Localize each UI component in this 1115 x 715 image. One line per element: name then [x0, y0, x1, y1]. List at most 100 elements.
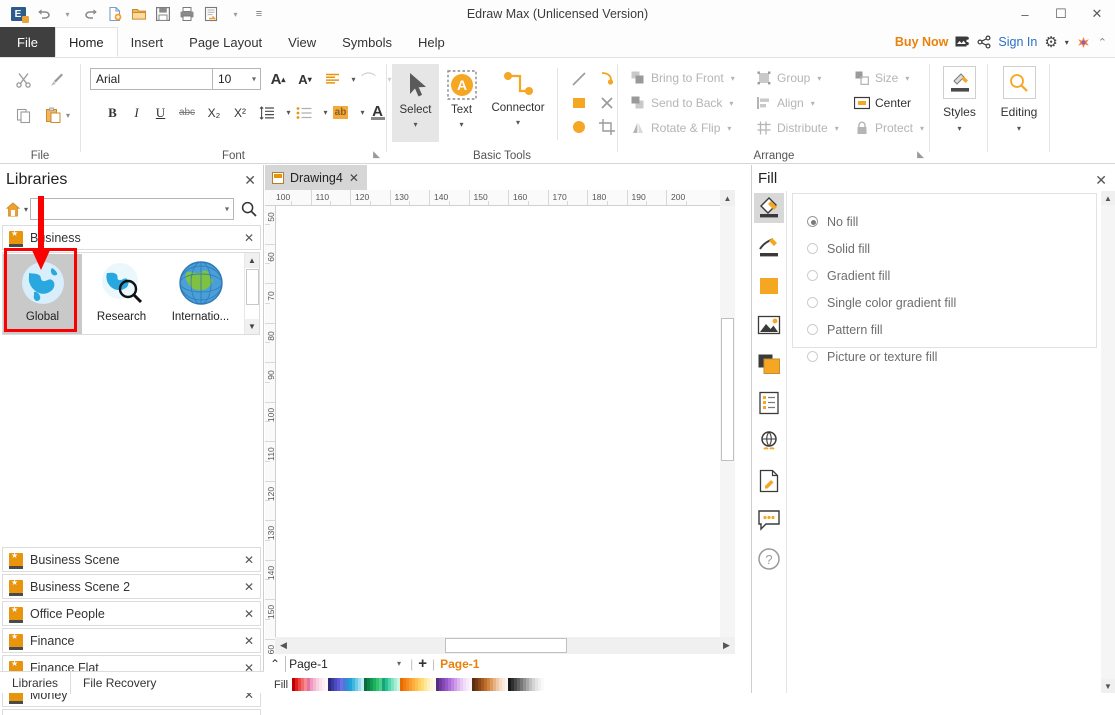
editing-button[interactable]: Editing ▾ — [992, 66, 1046, 133]
tab-home[interactable]: Home — [54, 27, 118, 57]
share-image-icon[interactable] — [955, 35, 970, 49]
line-icon[interactable] — [754, 232, 784, 262]
radio-no-fill[interactable] — [807, 216, 818, 227]
scroll-left-button[interactable]: ◀ — [275, 637, 292, 654]
libraries-search-input[interactable]: ▾ — [30, 198, 234, 220]
edraw-cloud-icon[interactable] — [1076, 35, 1091, 50]
tab-libraries[interactable]: Libraries — [0, 671, 72, 694]
align-button[interactable]: Align ▾ — [752, 91, 819, 115]
settings-gear-icon[interactable]: ⚙ — [1044, 33, 1057, 51]
select-tool-dropdown-icon[interactable]: ▾ — [413, 120, 417, 129]
radio-single-color-gradient-fill[interactable] — [807, 297, 818, 308]
fill-scroll-up-button[interactable]: ▲ — [1101, 191, 1115, 205]
group-button[interactable]: Group ▾ — [752, 66, 825, 90]
minimize-button[interactable]: – — [1007, 0, 1043, 28]
export-dropdown-icon[interactable]: ▾ — [224, 3, 246, 25]
note-icon[interactable] — [754, 466, 784, 496]
scroll-right-button[interactable]: ▶ — [718, 637, 735, 654]
libraries-close-button[interactable]: ✕ — [244, 172, 256, 189]
export-icon[interactable] — [200, 3, 222, 25]
distribute-button[interactable]: Distribute ▾ — [752, 116, 843, 140]
save-icon[interactable] — [152, 3, 174, 25]
document-tab-drawing4[interactable]: Drawing4 ✕ — [265, 165, 367, 190]
library-group-close-icon[interactable]: ✕ — [244, 607, 254, 621]
library-group-office[interactable]: Office ✕ — [2, 709, 261, 715]
picture-icon[interactable] — [754, 310, 784, 340]
line-tool-icon[interactable] — [566, 66, 592, 92]
shapes-scrollbar[interactable]: ▲ ▼ — [244, 253, 259, 334]
fill-option-solid-fill[interactable]: Solid fill — [807, 235, 1096, 262]
text-tool-dropdown-icon[interactable]: ▾ — [459, 120, 463, 129]
collapse-pages-icon[interactable]: ⌃ — [270, 657, 280, 671]
strikethrough-button[interactable]: abc — [174, 101, 200, 124]
library-group-office-people[interactable]: Office People ✕ — [2, 601, 261, 626]
page-select[interactable]: Page-1 ▾ — [285, 655, 405, 672]
libraries-home-icon[interactable]: ▾ — [4, 198, 30, 220]
horizontal-scroll-thumb[interactable] — [445, 638, 567, 653]
fill-panel-close-button[interactable]: ✕ — [1095, 172, 1107, 189]
shape-data-icon[interactable] — [754, 388, 784, 418]
color-swatch[interactable] — [541, 678, 545, 691]
canvas-vertical-scrollbar[interactable]: ▲ ▼ — [720, 190, 735, 654]
rectangle-tool-icon[interactable] — [566, 90, 592, 116]
undo-dropdown-icon[interactable]: ▾ — [56, 3, 78, 25]
size-button[interactable]: Size ▾ — [850, 66, 913, 90]
sign-in-link[interactable]: Sign In — [998, 35, 1037, 49]
fill-option-single-color-gradient-fill[interactable]: Single color gradient fill — [807, 289, 1096, 316]
tab-view[interactable]: View — [275, 27, 329, 57]
library-group-close-icon[interactable]: ✕ — [244, 553, 254, 567]
bold-button[interactable]: B — [101, 101, 124, 124]
line-spacing-button[interactable] — [255, 101, 278, 124]
tab-file[interactable]: File — [0, 27, 55, 57]
search-icon[interactable] — [239, 201, 259, 217]
shapes-scroll-up-button[interactable]: ▲ — [245, 253, 259, 268]
select-tool[interactable]: Select ▾ — [392, 64, 439, 142]
styles-button[interactable]: Styles ▾ — [933, 66, 987, 133]
fill-panel-scrollbar[interactable]: ▲ ▼ — [1101, 191, 1115, 693]
settings-dropdown-icon[interactable]: ▾ — [1065, 38, 1069, 47]
font-family-select[interactable]: Arial ▾ — [90, 68, 223, 90]
font-dialog-launcher-icon[interactable]: ◣ — [373, 149, 380, 160]
text-tool[interactable]: A Text ▾ — [439, 64, 484, 142]
ellipse-tool-icon[interactable] — [566, 114, 592, 140]
underline-button[interactable]: U — [149, 101, 172, 124]
radio-solid-fill[interactable] — [807, 243, 818, 254]
text-effects-icon[interactable]: ⌒ — [357, 68, 380, 91]
paste-dropdown-icon[interactable]: ▾ — [62, 102, 74, 129]
tab-file-recovery[interactable]: File Recovery — [71, 672, 168, 694]
text-highlight-button[interactable]: ab — [329, 101, 352, 124]
fill-option-no-fill[interactable]: No fill — [807, 208, 1096, 235]
add-page-button[interactable]: + — [418, 655, 427, 672]
library-group-close-icon[interactable]: ✕ — [244, 634, 254, 648]
color-swatch-strip[interactable] — [292, 678, 545, 691]
new-file-icon[interactable] — [104, 3, 126, 25]
connector-tool-dropdown-icon[interactable]: ▾ — [516, 118, 520, 127]
radio-gradient-fill[interactable] — [807, 270, 818, 281]
document-tab-close-icon[interactable]: ✕ — [349, 171, 359, 185]
superscript-button[interactable]: X² — [228, 101, 252, 124]
bullet-list-button[interactable] — [292, 101, 315, 124]
fill-scroll-down-button[interactable]: ▼ — [1101, 679, 1115, 693]
undo-icon[interactable] — [32, 3, 54, 25]
fill-option-gradient-fill[interactable]: Gradient fill — [807, 262, 1096, 289]
fill-option-pattern-fill[interactable]: Pattern fill — [807, 316, 1096, 343]
tab-page-layout[interactable]: Page Layout — [176, 27, 275, 57]
shapes-scroll-down-button[interactable]: ▼ — [245, 319, 259, 334]
library-group-close-icon[interactable]: ✕ — [244, 580, 254, 594]
arrange-dialog-launcher-icon[interactable]: ◣ — [917, 149, 924, 160]
styles-dropdown-icon[interactable]: ▾ — [957, 124, 961, 133]
center-button[interactable]: Center — [850, 91, 915, 115]
shadow-color-icon[interactable] — [754, 271, 784, 301]
comment-icon[interactable] — [754, 505, 784, 535]
fill-option-picture-or-texture-fill[interactable]: Picture or texture fill — [807, 343, 1096, 370]
layers-icon[interactable] — [754, 349, 784, 379]
shrink-font-button[interactable]: A ▾ — [293, 68, 317, 91]
library-group-business-scene-2[interactable]: Business Scene 2 ✕ — [2, 574, 261, 599]
vertical-scroll-thumb[interactable] — [721, 318, 734, 461]
collapse-ribbon-icon[interactable]: ⌃ — [1098, 36, 1107, 49]
text-align-icon[interactable] — [321, 68, 344, 91]
tab-help[interactable]: Help — [405, 27, 458, 57]
share-icon[interactable] — [977, 35, 991, 49]
connector-tool[interactable]: Connector ▾ — [484, 64, 552, 142]
redo-icon[interactable] — [80, 3, 102, 25]
